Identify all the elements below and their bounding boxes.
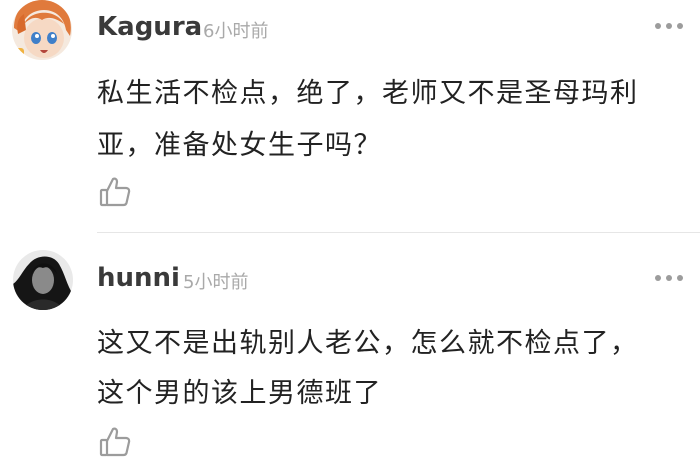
username[interactable]: hunni <box>97 263 180 293</box>
comment-item-hunni: hunni 5小时前 这又不是出轨别人老公，怎么就不检点了， 这个男的该上男德班… <box>0 233 700 462</box>
timestamp: 6小时前 <box>203 21 269 42</box>
thumbs-up-icon[interactable] <box>98 175 132 209</box>
avatar[interactable] <box>13 250 73 310</box>
comment-text-line: 这又不是出轨别人老公，怎么就不检点了， <box>97 328 639 359</box>
thumbs-up-icon[interactable] <box>98 425 132 459</box>
comment-text-line: 私生活不检点，绝了，老师又不是圣母玛利 <box>97 78 639 109</box>
anime-girl-avatar-icon <box>12 0 72 60</box>
more-dots-icon[interactable] <box>655 21 683 31</box>
avatar[interactable] <box>12 0 72 60</box>
comment-item-kagura: Kagura 6小时前 私生活不检点，绝了，老师又不是圣母玛利 亚，准备处女生子… <box>0 0 700 232</box>
timestamp: 5小时前 <box>183 272 249 293</box>
more-dots-icon[interactable] <box>655 273 683 283</box>
username[interactable]: Kagura <box>97 12 202 42</box>
comment-text-line: 这个男的该上男德班了 <box>97 378 382 409</box>
comment-text-line: 亚，准备处女生子吗？ <box>97 130 382 161</box>
photo-avatar-icon <box>13 250 73 310</box>
comment-list: Kagura 6小时前 私生活不检点，绝了，老师又不是圣母玛利 亚，准备处女生子… <box>0 0 700 462</box>
